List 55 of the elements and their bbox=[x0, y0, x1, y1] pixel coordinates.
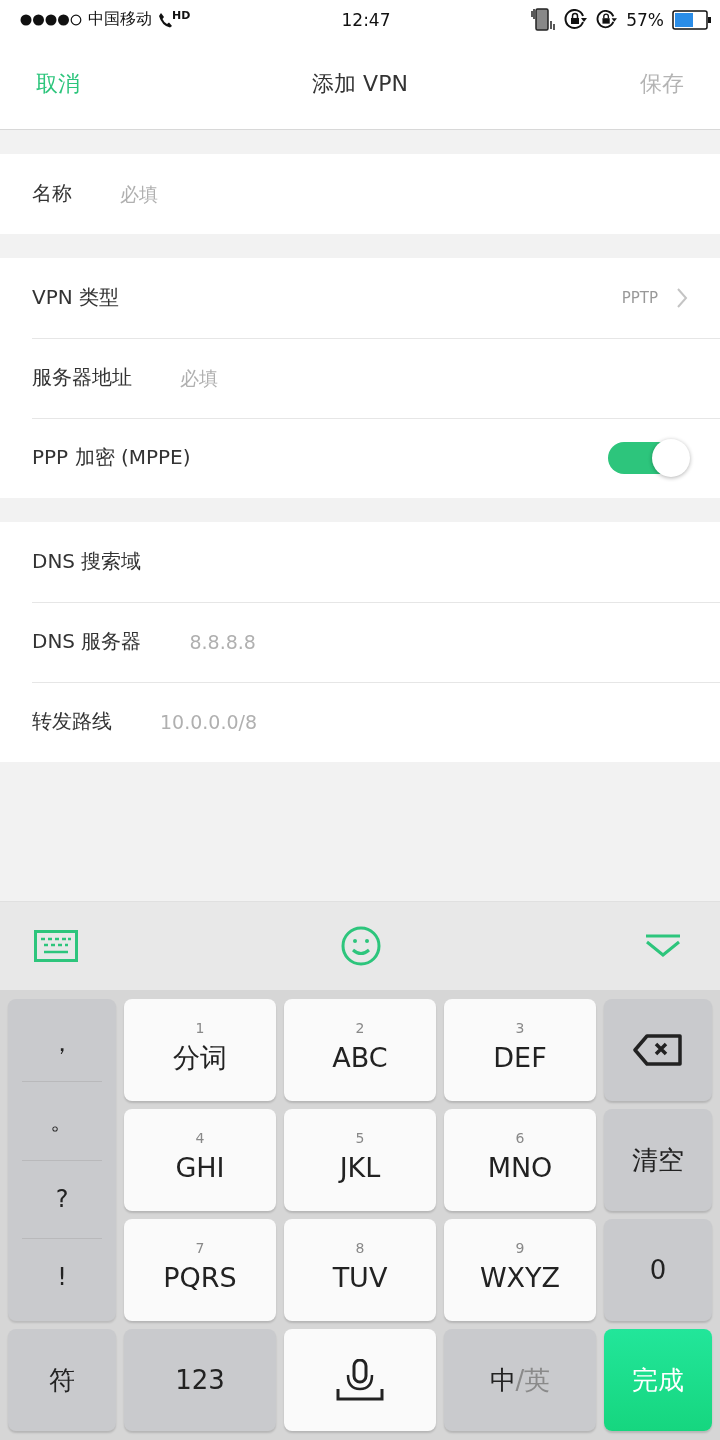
punctuation-key[interactable]: 。 bbox=[22, 1081, 102, 1160]
input-field[interactable]: 必填 bbox=[180, 362, 688, 393]
letter-key[interactable]: 7 PQRS bbox=[124, 1219, 276, 1321]
letter-key[interactable]: 2 ABC bbox=[284, 999, 436, 1101]
signal-icon bbox=[20, 13, 82, 26]
battery-icon bbox=[672, 9, 712, 30]
backspace-icon[interactable] bbox=[633, 1034, 683, 1066]
function-key[interactable]: 符 bbox=[8, 1329, 116, 1431]
battery-percent: 57% bbox=[626, 9, 664, 30]
selected-value: PPTP bbox=[621, 288, 658, 307]
letter-key[interactable]: 1 分词 bbox=[124, 999, 276, 1101]
punctuation-key[interactable]: ， bbox=[22, 1004, 102, 1082]
row-label: 名称 bbox=[32, 180, 72, 208]
language-key[interactable]: 中/英 bbox=[444, 1329, 596, 1431]
row-label: VPN 类型 bbox=[32, 284, 120, 312]
letter-key[interactable]: 6 MNO bbox=[444, 1109, 596, 1211]
rotation-lock-icon bbox=[596, 9, 619, 30]
settings-row[interactable]: VPN 类型 PPTP bbox=[0, 257, 720, 338]
phone-icon bbox=[158, 11, 172, 28]
keyboard-icon[interactable] bbox=[34, 929, 78, 962]
punctuation-key[interactable]: ? bbox=[22, 1159, 102, 1238]
collapse-keyboard-icon[interactable] bbox=[644, 932, 682, 959]
row-label: 转发路线 bbox=[32, 708, 112, 736]
vibrate-icon bbox=[530, 7, 557, 32]
letter-key[interactable]: 4 GHI bbox=[124, 1109, 276, 1211]
function-key[interactable]: 123 bbox=[124, 1329, 276, 1431]
toggle-switch[interactable] bbox=[608, 441, 688, 474]
chevron-right-icon[interactable] bbox=[676, 286, 688, 309]
letter-key[interactable]: 5 JKL bbox=[284, 1109, 436, 1211]
rotation-lock-icon bbox=[564, 8, 589, 31]
row-label: DNS 搜索域 bbox=[32, 548, 142, 576]
input-field[interactable]: 8.8.8.8 bbox=[189, 626, 688, 657]
hd-label: HD bbox=[172, 9, 191, 23]
settings-row[interactable]: PPP 加密 (MPPE) bbox=[0, 417, 720, 498]
input-field[interactable]: 必填 bbox=[120, 178, 688, 209]
microphone-icon[interactable] bbox=[335, 1359, 385, 1401]
page-title: 添加 VPN bbox=[312, 70, 408, 99]
letter-key[interactable]: 3 DEF bbox=[444, 999, 596, 1101]
row-label: 服务器地址 bbox=[32, 364, 132, 392]
clock: 12:47 bbox=[341, 9, 391, 30]
function-key[interactable]: 清空 bbox=[604, 1109, 712, 1211]
emoji-icon[interactable] bbox=[341, 925, 381, 966]
settings-row[interactable]: DNS 服务器 8.8.8.8 bbox=[0, 601, 720, 682]
row-label: PPP 加密 (MPPE) bbox=[32, 444, 191, 472]
letter-key[interactable]: 8 TUV bbox=[284, 1219, 436, 1321]
settings-row[interactable]: 名称 必填 bbox=[0, 153, 720, 234]
settings-row[interactable]: 转发路线 10.0.0.0/8 bbox=[0, 681, 720, 762]
input-field[interactable]: 10.0.0.0/8 bbox=[160, 706, 688, 737]
settings-row[interactable]: 服务器地址 必填 bbox=[0, 337, 720, 418]
punctuation-key[interactable]: ! bbox=[22, 1237, 102, 1316]
settings-row[interactable]: DNS 搜索域 bbox=[0, 521, 720, 602]
letter-key[interactable]: 9 WXYZ bbox=[444, 1219, 596, 1321]
row-label: DNS 服务器 bbox=[32, 628, 142, 656]
carrier-name: 中国移动 bbox=[88, 9, 152, 31]
function-key[interactable]: 0 bbox=[604, 1219, 712, 1321]
